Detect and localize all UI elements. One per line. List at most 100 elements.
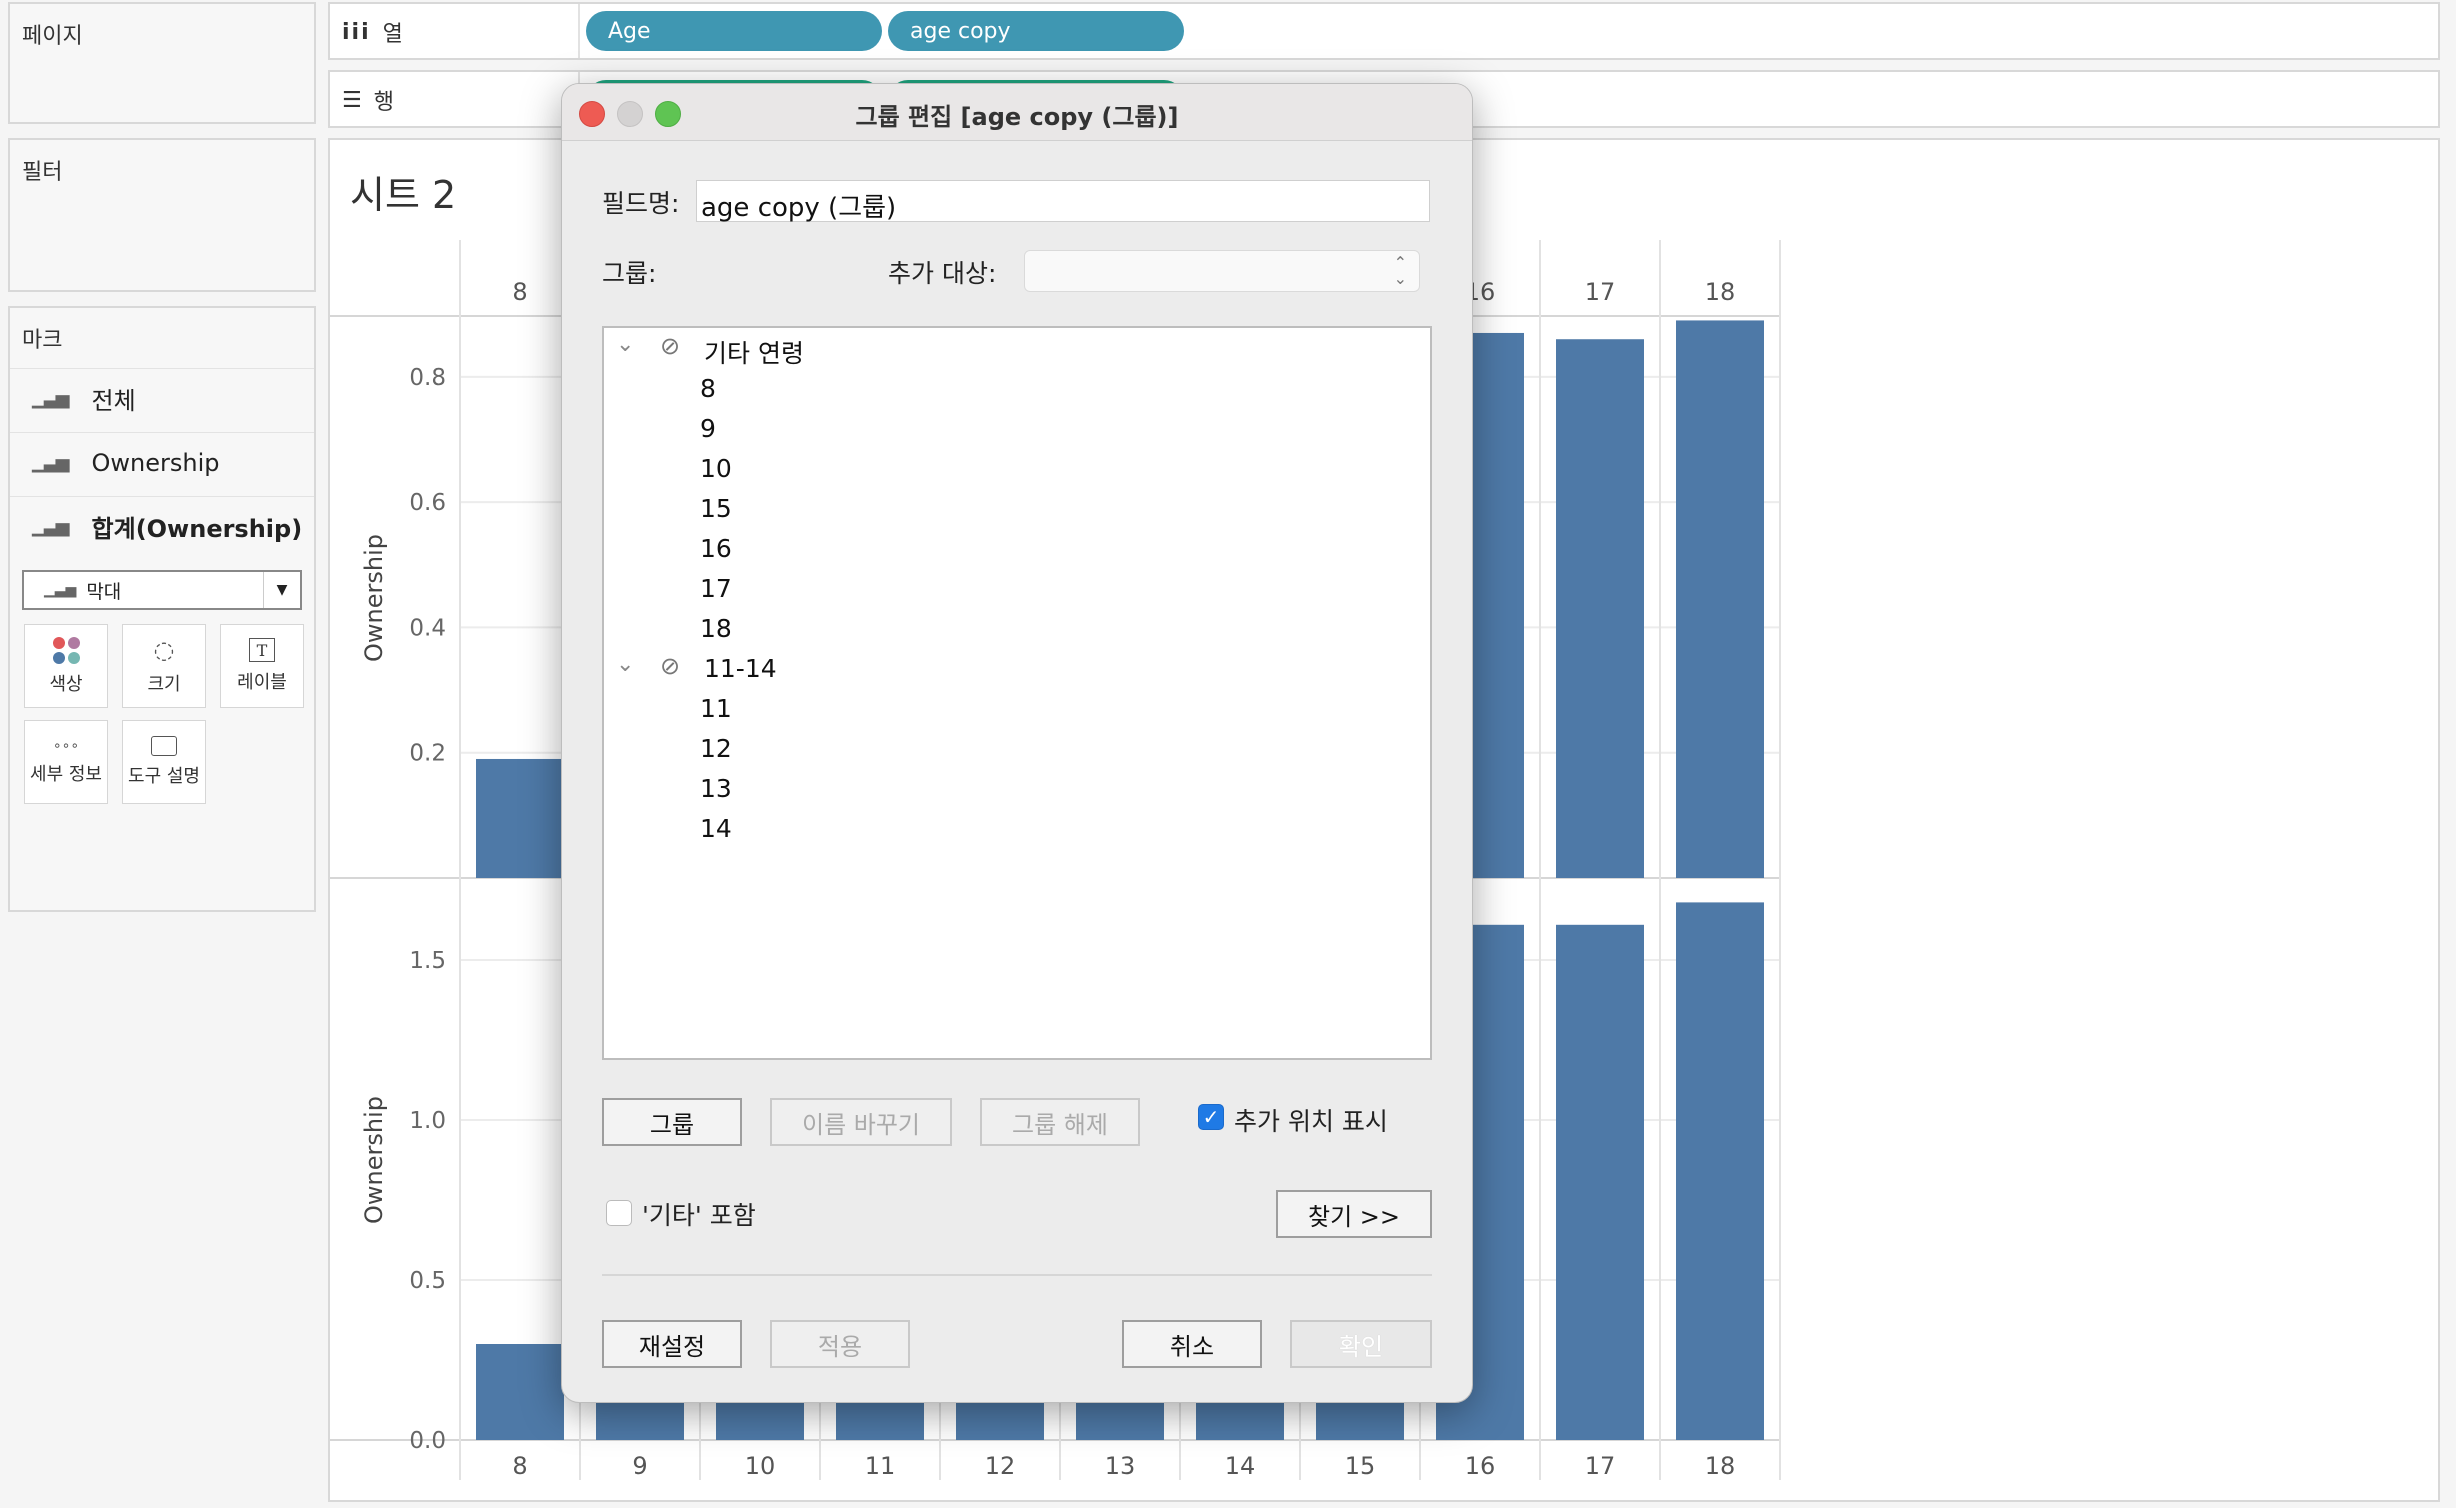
bar-chart-icon: ▁▃▅ xyxy=(44,582,77,598)
bar-top xyxy=(476,758,564,878)
columns-shelf-label: iii 열 xyxy=(342,16,403,48)
bar-chart-icon: ▁▃▅ xyxy=(32,388,70,409)
tooltip-button-label: 도구 설명 xyxy=(128,766,200,787)
x-tick-label-bottom: 13 xyxy=(1105,1452,1136,1480)
x-tick-label-top: 8 xyxy=(512,278,527,306)
label-button[interactable]: T 레이블 xyxy=(220,624,304,708)
ok-button[interactable]: 확인 xyxy=(1290,1320,1432,1368)
x-tick-label-top: 17 xyxy=(1585,278,1616,306)
marks-row-sum-ownership[interactable]: ▁▃▅ 합계(Ownership) xyxy=(10,496,314,556)
up-down-chevron-icon: ⌃ ⌄ xyxy=(1393,253,1407,288)
list-item[interactable]: 18 xyxy=(700,614,732,643)
paperclip-icon: ⊘ xyxy=(660,332,681,360)
pill-age[interactable]: Age xyxy=(586,11,882,51)
list-item[interactable]: 16 xyxy=(700,534,732,563)
tooltip-icon xyxy=(151,736,177,756)
columns-shelf[interactable]: iii 열 Age age copy xyxy=(328,2,2440,60)
chevron-down-icon[interactable]: ⌄ xyxy=(616,652,634,677)
rename-button[interactable]: 이름 바꾸기 xyxy=(770,1098,952,1146)
include-other-label[interactable]: '기타' 포함 xyxy=(642,1196,756,1232)
filters-panel[interactable]: 필터 xyxy=(8,138,316,292)
bar-bottom xyxy=(1676,902,1764,1440)
mark-type-dropdown[interactable]: ▁▃▅ 막대 ▼ xyxy=(22,570,302,610)
x-tick-label-bottom: 18 xyxy=(1705,1452,1736,1480)
edit-group-dialog: 그룹 편집 [age copy (그룹)] 필드명: age copy (그룹)… xyxy=(561,83,1473,1403)
field-name-label: 필드명: xyxy=(602,189,680,218)
marks-row-label: 전체 xyxy=(91,387,136,415)
y-tick-label-bottom: 0.0 xyxy=(409,1428,446,1454)
show-add-location-checkbox[interactable]: ✓ xyxy=(1198,1104,1224,1130)
marks-row-label: Ownership xyxy=(91,448,220,477)
apply-button[interactable]: 적용 xyxy=(770,1320,910,1368)
rows-shelf-label: ☰ 행 xyxy=(342,84,394,116)
add-to-label: 추가 대상: xyxy=(888,259,997,288)
size-button[interactable]: ◌ 크기 xyxy=(122,624,206,708)
dialog-title: 그룹 편집 [age copy (그룹)] xyxy=(855,103,1179,131)
list-item[interactable]: 11 xyxy=(700,694,732,723)
x-tick-label-bottom: 11 xyxy=(865,1452,896,1480)
bar-top xyxy=(1556,339,1644,878)
y-axis-label-top: Ownership xyxy=(360,534,388,662)
list-item[interactable]: 9 xyxy=(700,414,716,443)
marks-row-ownership[interactable]: ▁▃▅ Ownership xyxy=(10,432,314,492)
y-tick-label-top: 0.8 xyxy=(409,365,446,391)
size-icon: ◌ xyxy=(153,636,175,664)
pill-age-copy[interactable]: age copy xyxy=(888,11,1184,51)
x-tick-label-bottom: 8 xyxy=(512,1452,527,1480)
list-item[interactable]: 12 xyxy=(700,734,732,763)
x-tick-label-bottom: 10 xyxy=(745,1452,776,1480)
cancel-button[interactable]: 취소 xyxy=(1122,1320,1262,1368)
rows-icon: ☰ xyxy=(342,87,362,113)
group-name-11-14[interactable]: 11-14 xyxy=(704,654,777,683)
marks-row-label: 합계(Ownership) xyxy=(91,515,303,543)
pages-panel[interactable]: 페이지 xyxy=(8,2,316,124)
columns-label-text: 열 xyxy=(382,22,403,47)
chevron-down-icon: ▼ xyxy=(263,572,300,608)
size-button-label: 크기 xyxy=(147,674,181,695)
include-other-checkbox[interactable] xyxy=(606,1200,632,1226)
dialog-titlebar[interactable]: 그룹 편집 [age copy (그룹)] xyxy=(562,84,1472,141)
chevron-down-icon[interactable]: ⌄ xyxy=(616,332,634,357)
y-tick-label-bottom: 0.5 xyxy=(409,1268,446,1294)
reset-button[interactable]: 재설정 xyxy=(602,1320,742,1368)
x-tick-label-bottom: 9 xyxy=(632,1452,647,1480)
divider xyxy=(602,1274,1432,1276)
group-button[interactable]: 그룹 xyxy=(602,1098,742,1146)
detail-button[interactable]: ∘∘∘ 세부 정보 xyxy=(24,720,108,804)
y-tick-label-top: 0.6 xyxy=(409,490,446,516)
list-item[interactable]: 13 xyxy=(700,774,732,803)
group-label: 그룹: xyxy=(602,259,657,288)
y-tick-label-top: 0.2 xyxy=(409,741,446,767)
group-name-other[interactable]: 기타 연령 xyxy=(704,334,804,370)
list-item[interactable]: 10 xyxy=(700,454,732,483)
list-item[interactable]: 14 xyxy=(700,814,732,843)
filters-title: 필터 xyxy=(22,160,63,185)
color-button[interactable]: 색상 xyxy=(24,624,108,708)
list-item[interactable]: 15 xyxy=(700,494,732,523)
bar-bottom xyxy=(1556,924,1644,1440)
x-tick-label-bottom: 14 xyxy=(1225,1452,1256,1480)
show-add-location-label[interactable]: 추가 위치 표시 xyxy=(1234,1102,1388,1138)
rows-label-text: 행 xyxy=(373,90,394,115)
ungroup-button[interactable]: 그룹 해제 xyxy=(980,1098,1140,1146)
field-name-input[interactable]: age copy (그룹) xyxy=(696,180,1430,223)
y-tick-label-bottom: 1.5 xyxy=(409,948,446,974)
tooltip-button[interactable]: 도구 설명 xyxy=(122,720,206,804)
x-tick-label-bottom: 12 xyxy=(985,1452,1016,1480)
color-button-label: 색상 xyxy=(49,673,83,695)
label-button-label: 레이블 xyxy=(237,672,287,693)
bar-bottom xyxy=(476,1344,564,1440)
marks-row-all[interactable]: ▁▃▅ 전체 xyxy=(10,368,314,428)
list-item[interactable]: 17 xyxy=(700,574,732,603)
bar-top xyxy=(1676,320,1764,879)
mark-type-value: 막대 xyxy=(86,580,122,603)
add-to-combobox[interactable]: ⌃ ⌄ xyxy=(1024,250,1420,292)
list-item[interactable]: 8 xyxy=(700,374,716,403)
marks-panel: 마크 ▁▃▅ 전체 ▁▃▅ Ownership ▁▃▅ 합계(Ownership… xyxy=(8,306,316,912)
find-button[interactable]: 찾기 >> xyxy=(1276,1190,1432,1238)
x-tick-label-top: 18 xyxy=(1705,278,1736,306)
group-tree-list[interactable]: ⌄ ⊘ 기타 연령 8 9 10 15 16 17 18 ⌄ ⊘ 11-14 1… xyxy=(602,326,1432,1060)
x-tick-label-bottom: 16 xyxy=(1465,1452,1496,1480)
text-label-icon: T xyxy=(249,638,275,662)
x-tick-label-bottom: 17 xyxy=(1585,1452,1616,1480)
